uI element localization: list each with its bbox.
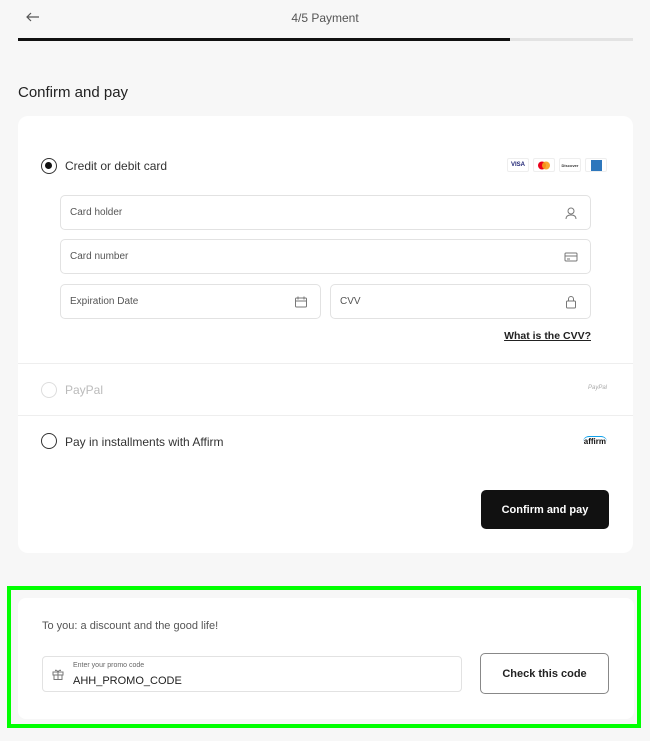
top-bar: 4/5 Payment bbox=[0, 0, 650, 40]
promo-field-label: Enter your promo code bbox=[73, 662, 145, 669]
promo-code-card: To you: a discount and the good life! En… bbox=[18, 598, 634, 719]
paypal-label: PayPal bbox=[65, 383, 104, 397]
cvv-input[interactable]: CVV bbox=[330, 284, 591, 319]
affirm-logo-icon: affirm bbox=[582, 436, 607, 446]
lock-icon bbox=[566, 296, 576, 309]
promo-text: To you: a discount and the good life! bbox=[42, 620, 219, 632]
gift-icon bbox=[52, 669, 64, 680]
check-code-button[interactable]: Check this code bbox=[480, 653, 609, 694]
promo-code-input[interactable]: Enter your promo code AHH_PROMO_CODE bbox=[42, 656, 462, 692]
card-holder-input[interactable]: Card holder bbox=[60, 195, 591, 230]
discover-icon: Discover bbox=[559, 158, 581, 172]
card-number-input[interactable]: Card number bbox=[60, 239, 591, 274]
user-icon bbox=[565, 207, 577, 220]
calendar-icon bbox=[295, 296, 307, 308]
page-title: Confirm and pay bbox=[18, 84, 129, 101]
mastercard-icon bbox=[533, 158, 555, 172]
divider bbox=[18, 363, 633, 364]
paypal-logo-icon: PayPal bbox=[587, 385, 607, 391]
visa-icon: VISA bbox=[507, 158, 529, 172]
progress-bar bbox=[18, 38, 633, 41]
expiration-date-input[interactable]: Expiration Date bbox=[60, 284, 321, 319]
affirm-label: Pay in installments with Affirm bbox=[65, 435, 224, 449]
payment-methods-card: Credit or debit card VISA Discover Card … bbox=[18, 116, 633, 553]
credit-card-icon bbox=[564, 252, 578, 262]
what-is-cvv-link[interactable]: What is the CVV? bbox=[504, 330, 591, 342]
credit-card-label: Credit or debit card bbox=[65, 159, 168, 173]
confirm-and-pay-button[interactable]: Confirm and pay bbox=[481, 490, 609, 529]
amex-icon bbox=[585, 158, 607, 172]
paypal-radio[interactable] bbox=[41, 382, 57, 398]
step-title: 4/5 Payment bbox=[291, 11, 359, 25]
divider bbox=[18, 415, 633, 416]
progress-fill bbox=[18, 38, 510, 41]
credit-card-radio[interactable] bbox=[41, 158, 57, 174]
affirm-radio[interactable] bbox=[41, 433, 57, 449]
card-brands: VISA Discover bbox=[507, 158, 607, 172]
promo-field-value: AHH_PROMO_CODE bbox=[73, 675, 182, 687]
